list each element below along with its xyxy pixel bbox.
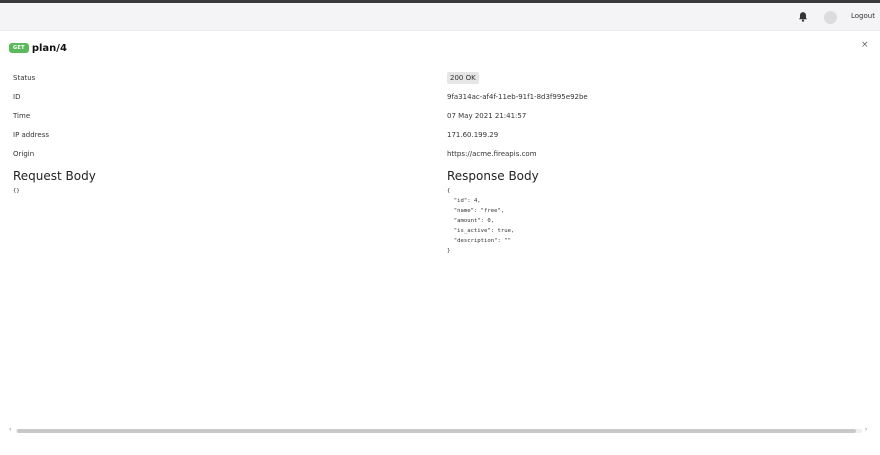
id-label: ID [13,93,21,101]
scroll-left-icon[interactable]: ‹ [9,426,11,433]
ip-label: IP address [13,131,50,139]
endpoint-path: plan/4 [31,42,67,54]
close-icon[interactable]: × [861,40,869,50]
ip-value: 171.60.199.29 [447,131,499,139]
origin-label: Origin [13,150,35,158]
request-body-content: {} [13,188,20,194]
avatar[interactable] [824,11,837,24]
origin-value: https://acme.fireapis.com [447,150,537,158]
time-label: Time [13,112,31,120]
page-title: GET plan/4 [9,41,67,55]
bell-icon[interactable] [797,11,809,23]
request-body-heading: Request Body [13,169,96,183]
response-body-content: { "id": 4, "name": "free", "amount": 0, … [447,188,515,254]
scrollbar-thumb[interactable] [17,429,856,433]
status-label: Status [13,74,36,82]
scroll-right-icon[interactable]: › [865,426,867,433]
method-badge: GET [9,43,29,53]
logout-button[interactable]: Logout [851,12,875,20]
status-badge: 200 OK [447,72,479,84]
time-value: 07 May 2021 21:41:57 [447,112,527,120]
id-value: 9fa314ac-af4f-11eb-91f1-8d3f995e92be [447,93,588,101]
response-body-heading: Response Body [447,169,539,183]
horizontal-scrollbar[interactable]: ‹ › [9,425,871,436]
top-bar: Logout [0,3,880,31]
